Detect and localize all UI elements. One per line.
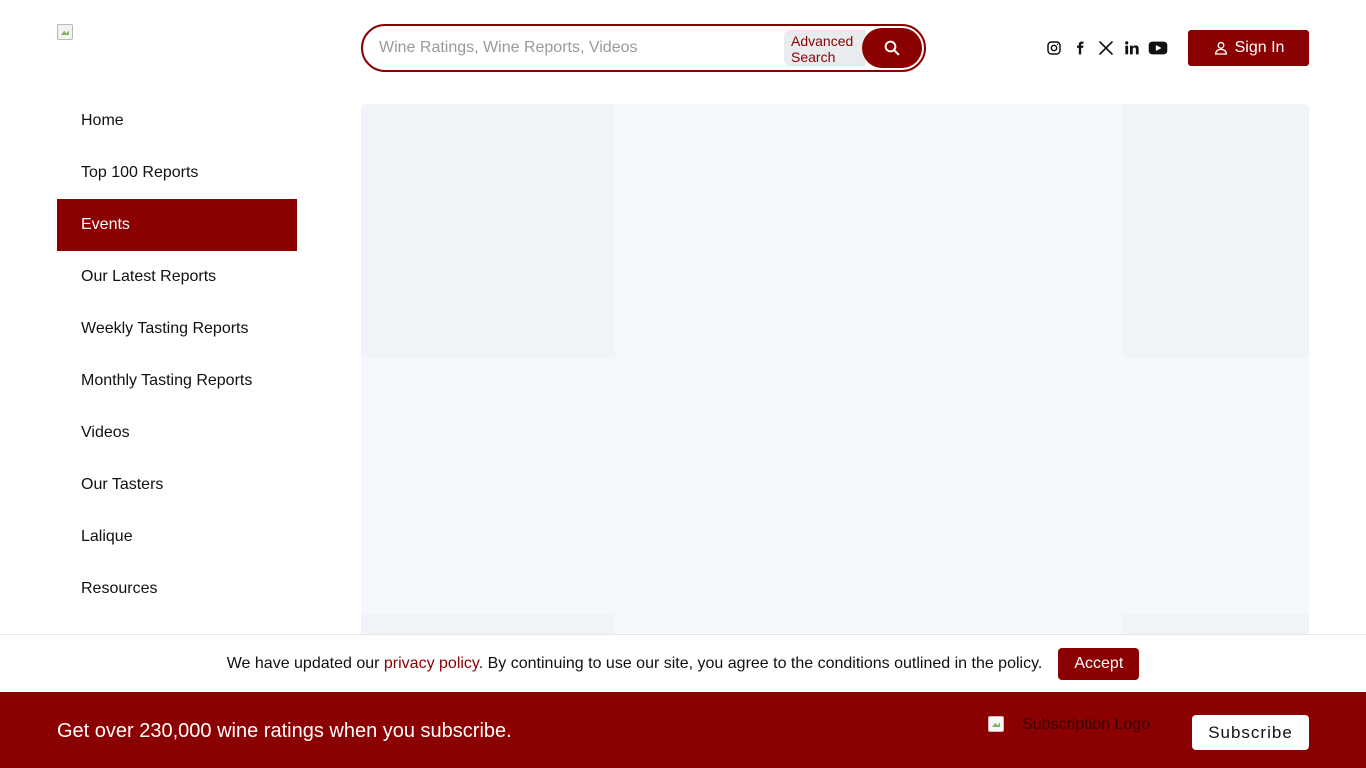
sidebar-item-label: Events — [81, 216, 130, 233]
site-logo[interactable] — [57, 24, 75, 42]
subscribe-label: Subscribe — [1208, 722, 1293, 742]
sidebar-item-our-latest-reports[interactable]: Our Latest Reports — [57, 251, 297, 303]
broken-image-icon — [988, 716, 1004, 732]
sidebar-item-label: Top 100 Reports — [81, 164, 199, 181]
cookie-text-before: We have updated our — [226, 654, 384, 672]
sidebar-item-our-tasters[interactable]: Our Tasters — [57, 459, 297, 511]
search-bar: Advanced Search — [361, 24, 926, 72]
sidebar-item-label: Lalique — [81, 528, 133, 545]
content-placeholder — [361, 104, 1309, 644]
advanced-search-label-1: Advanced — [791, 33, 854, 49]
cookie-notice: We have updated our privacy policy. By c… — [0, 634, 1366, 692]
cookie-text-after: . By continuing to use our site, you agr… — [478, 654, 1043, 672]
accept-button[interactable]: Accept — [1058, 647, 1140, 680]
sidebar-item-home[interactable]: Home — [57, 95, 297, 147]
subscription-logo: Subscription Logo — [988, 716, 1150, 734]
social-links — [1041, 37, 1171, 59]
sidebar-item-label: Resources — [81, 580, 158, 597]
sidebar-item-videos[interactable]: Videos — [57, 407, 297, 459]
sidebar-item-events[interactable]: Events — [57, 199, 297, 251]
subscription-logo-alt: Subscription Logo — [1022, 716, 1151, 733]
broken-image-icon — [57, 24, 73, 40]
sidebar-item-label: Home — [81, 112, 124, 129]
x-icon[interactable] — [1093, 37, 1119, 59]
sidebar-item-label: Weekly Tasting Reports — [81, 320, 249, 337]
sidebar-item-monthly-tasting-reports[interactable]: Monthly Tasting Reports — [57, 355, 297, 407]
sign-in-button[interactable]: Sign In — [1188, 30, 1309, 66]
search-button[interactable] — [862, 28, 922, 68]
facebook-icon[interactable] — [1067, 37, 1093, 59]
sidebar-item-label: Our Tasters — [81, 476, 164, 493]
user-icon — [1214, 41, 1227, 55]
subscribe-banner: Get over 230,000 wine ratings when you s… — [0, 692, 1366, 768]
privacy-policy-link[interactable]: privacy policy — [384, 655, 479, 672]
sidebar-nav: Home Top 100 Reports Events Our Latest R… — [57, 95, 297, 615]
advanced-search-link[interactable]: Advanced Search — [784, 30, 866, 66]
search-icon — [884, 40, 900, 56]
sidebar-item-resources[interactable]: Resources — [57, 563, 297, 615]
sidebar-item-weekly-tasting-reports[interactable]: Weekly Tasting Reports — [57, 303, 297, 355]
subscribe-button[interactable]: Subscribe — [1192, 715, 1309, 750]
advanced-search-label-2: Search — [791, 49, 836, 65]
search-input[interactable] — [363, 26, 784, 70]
youtube-icon[interactable] — [1145, 37, 1171, 59]
sidebar-item-lalique[interactable]: Lalique — [57, 511, 297, 563]
loading-skeleton — [361, 104, 1309, 644]
sidebar-item-label: Our Latest Reports — [81, 268, 217, 285]
cookie-message: We have updated our privacy policy. By c… — [227, 655, 1043, 673]
sidebar-item-label: Monthly Tasting Reports — [81, 372, 253, 389]
linkedin-icon[interactable] — [1119, 37, 1145, 59]
instagram-icon[interactable] — [1041, 37, 1067, 59]
sign-in-label: Sign In — [1234, 39, 1285, 56]
accept-label: Accept — [1074, 654, 1124, 672]
sidebar-item-top-100-reports[interactable]: Top 100 Reports — [57, 147, 297, 199]
subscribe-message: Get over 230,000 wine ratings when you s… — [57, 720, 512, 742]
sidebar-item-label: Videos — [81, 424, 130, 441]
